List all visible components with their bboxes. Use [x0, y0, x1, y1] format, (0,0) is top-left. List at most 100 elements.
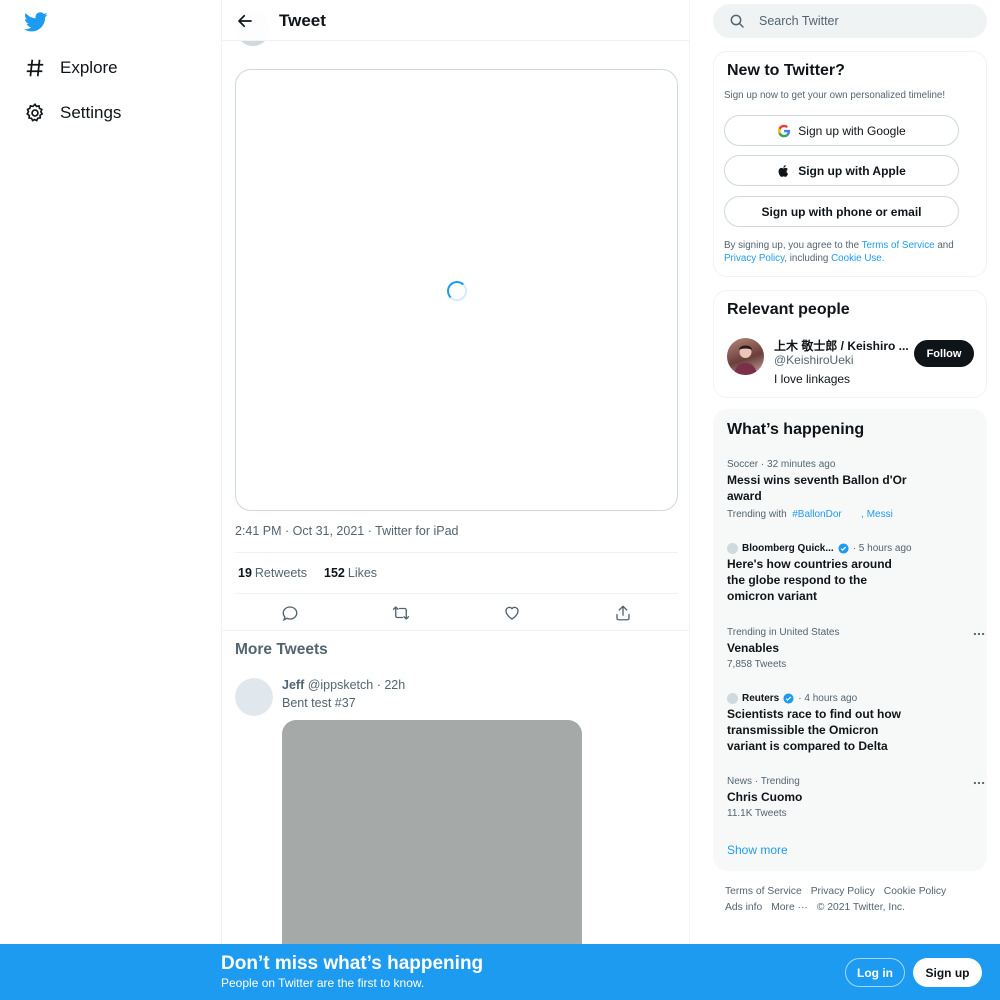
- main-column: Tweet 2:41 PM · Oct 31, 2021 · Twitter f…: [221, 0, 690, 1000]
- likes-label: Likes: [347, 566, 378, 580]
- banner-subtitle: People on Twitter are the first to know.: [221, 976, 425, 990]
- trend-meta: Bloomberg Quick... · 5 hours ago: [727, 543, 977, 554]
- more-tweets-title: More Tweets: [235, 641, 328, 658]
- privacy-link[interactable]: Privacy Policy: [724, 253, 784, 264]
- trend-tweet-count: 7,858 Tweets: [727, 659, 787, 670]
- signup-apple-button[interactable]: Sign up with Apple: [724, 155, 959, 186]
- tweet-author-name: Jeff: [282, 678, 305, 692]
- footer-more-link[interactable]: More ···: [771, 902, 817, 913]
- trend-keyword-link[interactable]: , Messi: [861, 509, 893, 520]
- trend-item[interactable]: Reuters · 4 hours ago Scientists race to…: [727, 693, 977, 754]
- nav-explore[interactable]: Explore: [24, 48, 118, 88]
- footer-ads-link[interactable]: Ads info: [725, 902, 771, 913]
- trend-item[interactable]: News · Trending Chris Cuomo 11.1K Tweets: [727, 776, 985, 819]
- copyright: © 2021 Twitter, Inc.: [816, 902, 905, 913]
- terms-including: , including: [784, 253, 829, 264]
- terms-link[interactable]: Terms of Service: [862, 240, 935, 251]
- tweet-text: Bent test #37: [282, 696, 356, 710]
- tweet-author-handle: @ippsketch: [307, 678, 374, 692]
- login-button[interactable]: Log in: [845, 958, 905, 987]
- relevant-people-card: Relevant people 上木 敬士郎 / Keishiro ... @K…: [713, 290, 987, 398]
- source-avatar: [727, 543, 738, 554]
- trend-title: Messi wins seventh Ballon d'Or award: [727, 473, 907, 503]
- search-icon: [729, 13, 745, 29]
- trend-meta: Soccer · 32 minutes ago: [727, 459, 836, 470]
- loading-spinner-icon: [447, 281, 467, 301]
- retweets-label: Retweets: [254, 566, 308, 580]
- trend-time: 4 hours ago: [804, 693, 858, 704]
- show-more-link[interactable]: Show more: [727, 843, 788, 857]
- signup-google-button[interactable]: Sign up with Google: [724, 115, 959, 146]
- person-name[interactable]: 上木 敬士郎 / Keishiro ...: [774, 337, 909, 354]
- tweet-stats: 19 Retweets 152 Likes: [235, 552, 678, 594]
- twitter-bird-icon[interactable]: [24, 10, 48, 34]
- avatar[interactable]: [727, 338, 764, 375]
- page-title: Tweet: [279, 11, 326, 30]
- terms-text: By signing up, you agree to the: [724, 240, 860, 251]
- more-options-icon[interactable]: [972, 627, 986, 641]
- footer-terms-link[interactable]: Terms of Service: [725, 886, 811, 897]
- google-icon: [777, 124, 791, 138]
- trend-meta: Reuters · 4 hours ago: [727, 693, 977, 704]
- trend-sub: Trending with #BallonDor , Messi: [727, 509, 977, 520]
- search-input[interactable]: [759, 14, 959, 28]
- trend-tweet-count: 11.1K Tweets: [727, 808, 787, 819]
- signup-button[interactable]: Sign up: [913, 958, 982, 987]
- tweet-actions: [235, 594, 678, 631]
- trend-meta: Trending in United States: [727, 627, 840, 638]
- nav-explore-label: Explore: [60, 58, 118, 77]
- person-handle[interactable]: @KeishiroUeki: [774, 353, 854, 367]
- reply-icon[interactable]: [281, 604, 299, 622]
- trend-item[interactable]: Trending in United States Venables 7,858…: [727, 627, 985, 670]
- trend-item[interactable]: Soccer · 32 minutes ago Messi wins seven…: [727, 459, 977, 520]
- retweet-icon[interactable]: [392, 604, 410, 622]
- tweet-media[interactable]: [235, 69, 678, 511]
- more-options-icon[interactable]: [972, 776, 986, 790]
- verified-badge-icon: [783, 693, 794, 704]
- trend-time: 32 minutes ago: [767, 459, 836, 470]
- trend-category: Soccer: [727, 459, 759, 470]
- follow-button[interactable]: Follow: [914, 340, 974, 367]
- share-icon[interactable]: [614, 604, 632, 622]
- footer-cookie-link[interactable]: Cookie Policy: [884, 886, 955, 897]
- person-bio: I love linkages: [774, 372, 851, 386]
- back-arrow-icon[interactable]: [234, 10, 256, 32]
- trend-time: 5 hours ago: [858, 543, 912, 554]
- tweet-header: Tweet: [222, 0, 689, 41]
- signup-terms: By signing up, you agree to the Terms of…: [724, 239, 974, 265]
- like-icon[interactable]: [503, 604, 521, 622]
- signup-subtitle: Sign up now to get your own personalized…: [724, 90, 946, 101]
- signup-card: New to Twitter? Sign up now to get your …: [713, 51, 987, 277]
- tweet-timestamp[interactable]: 2:41 PM · Oct 31, 2021 · Twitter for iPa…: [235, 524, 458, 538]
- footer-privacy-link[interactable]: Privacy Policy: [811, 886, 884, 897]
- gear-icon: [24, 102, 46, 124]
- retweets-count[interactable]: 19 Retweets: [238, 566, 307, 580]
- likes-count[interactable]: 152 Likes: [324, 566, 377, 580]
- banner-title: Don’t miss what’s happening: [221, 953, 484, 974]
- hashtag-icon: [24, 57, 46, 79]
- trend-meta: News · Trending: [727, 776, 800, 787]
- search-box[interactable]: [713, 4, 987, 38]
- tweet-image[interactable]: [282, 720, 582, 970]
- tweet-author-line[interactable]: Jeff @ippsketch · 22h: [282, 678, 405, 692]
- whats-happening-card: What’s happening Soccer · 32 minutes ago…: [713, 409, 987, 871]
- cookie-link[interactable]: Cookie Use.: [831, 253, 884, 264]
- signup-apple-label: Sign up with Apple: [798, 163, 906, 178]
- signup-phone-button[interactable]: Sign up with phone or email: [724, 196, 959, 227]
- trend-item[interactable]: Bloomberg Quick... · 5 hours ago Here's …: [727, 543, 977, 604]
- trend-title: Chris Cuomo: [727, 790, 803, 804]
- trend-title: Here's how countries around the globe re…: [727, 557, 892, 603]
- likes-number: 152: [324, 566, 345, 580]
- tweet-author-avatar[interactable]: [235, 678, 273, 716]
- retweets-number: 19: [238, 566, 252, 580]
- left-nav: Explore Settings: [0, 0, 221, 1000]
- tweet-time: · 22h: [376, 678, 406, 692]
- trend-hashtag-link[interactable]: #BallonDor: [792, 509, 841, 520]
- trending-with-label: Trending with: [727, 509, 787, 520]
- apple-icon: [777, 164, 791, 178]
- divider: [222, 630, 689, 631]
- nav-settings[interactable]: Settings: [24, 93, 121, 133]
- signup-title: New to Twitter?: [727, 62, 845, 79]
- signup-banner: Don’t miss what’s happening People on Tw…: [0, 944, 1000, 1000]
- footer-links: Terms of Service Privacy Policy Cookie Pol…: [725, 884, 985, 916]
